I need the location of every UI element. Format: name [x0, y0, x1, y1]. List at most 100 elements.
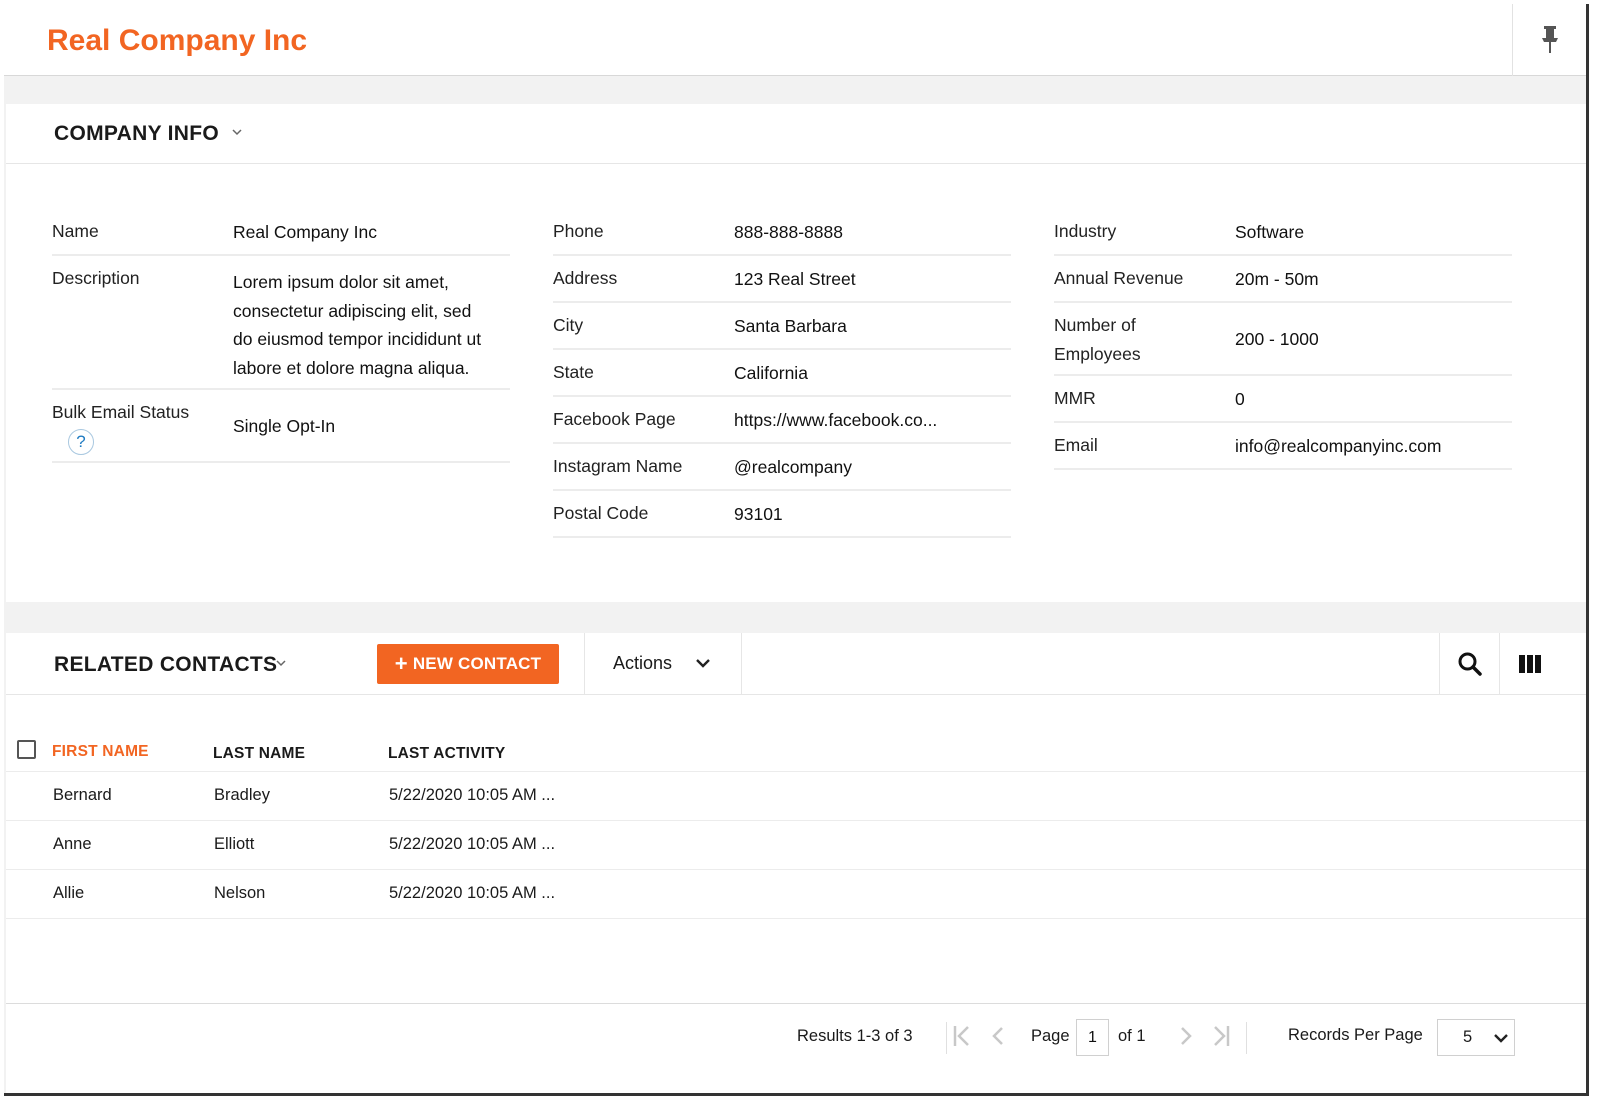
- top-bar: Real Company Inc: [4, 4, 1586, 76]
- field-state: State California: [553, 350, 1011, 397]
- table-row[interactable]: Bernard Bradley 5/22/2020 10:05 AM ...: [6, 772, 1586, 821]
- label-text: Bulk Email Status: [52, 402, 190, 422]
- cell-last-activity: 5/22/2020 10:05 AM ...: [389, 786, 556, 804]
- field-label: Description: [52, 268, 140, 288]
- actions-dropdown[interactable]: Actions: [584, 633, 742, 695]
- field-number-of-employees: Number of Employees 200 - 1000: [1054, 303, 1512, 376]
- field-value: @realcompany: [734, 457, 852, 478]
- field-label: Phone: [553, 221, 604, 241]
- field-value: Lorem ipsum dolor sit amet, consectetur …: [233, 272, 482, 378]
- field-phone: Phone 888-888-8888: [553, 209, 1011, 256]
- pin-icon: [1541, 26, 1558, 53]
- field-value: 20m - 50m: [1235, 269, 1319, 290]
- company-info-card: COMPANY INFO Name Real Company Inc Descr…: [6, 104, 1586, 602]
- last-page-icon[interactable]: [1208, 1024, 1232, 1048]
- help-icon[interactable]: ?: [68, 428, 94, 455]
- field-facebook-page: Facebook Page https://www.facebook.co...: [553, 397, 1011, 444]
- cell-first-name: Anne: [53, 835, 92, 853]
- field-postal-code: Postal Code 93101: [553, 491, 1011, 538]
- field-email: Email info@realcompanyinc.com: [1054, 423, 1512, 470]
- records-per-page-select[interactable]: 5: [1437, 1019, 1515, 1056]
- app-frame: Real Company Inc COMPANY INFO Name Real …: [4, 4, 1589, 1096]
- field-label: City: [553, 315, 584, 335]
- chevron-down-icon[interactable]: [276, 659, 286, 667]
- new-contact-button[interactable]: + NEW CONTACT: [377, 644, 559, 684]
- column-header-last-name[interactable]: LAST NAME: [213, 745, 305, 763]
- info-column-2: Phone 888-888-8888 Address 123 Real Stre…: [553, 209, 1011, 538]
- divider: [1246, 1022, 1247, 1054]
- section-title: COMPANY INFO: [54, 122, 219, 145]
- field-value: 93101: [734, 504, 783, 525]
- field-value: 888-888-8888: [734, 222, 843, 243]
- contacts-table: FIRST NAME LAST NAME LAST ACTIVITY Berna…: [6, 695, 1586, 919]
- field-value: 200 - 1000: [1235, 329, 1319, 350]
- cell-last-activity: 5/22/2020 10:05 AM ...: [389, 835, 556, 853]
- related-contacts-header: RELATED CONTACTS + NEW CONTACT Actions: [6, 633, 1586, 695]
- field-name: Name Real Company Inc: [52, 209, 510, 256]
- actions-label: Actions: [613, 653, 673, 673]
- pagination-bar: Results 1-3 of 3 Page 1 of 1 Records Per…: [6, 1003, 1586, 1093]
- field-label: Number of Employees: [1054, 315, 1141, 364]
- previous-page-icon[interactable]: [990, 1024, 1006, 1048]
- button-label: NEW CONTACT: [412, 654, 542, 673]
- field-mmr: MMR 0: [1054, 376, 1512, 423]
- records-per-page-value: 5: [1463, 1028, 1473, 1046]
- results-count: Results 1-3 of 3: [797, 1027, 913, 1045]
- cell-last-name: Nelson: [214, 884, 266, 902]
- pin-button[interactable]: [1512, 4, 1586, 76]
- related-contacts-card: RELATED CONTACTS + NEW CONTACT Actions F…: [6, 633, 1586, 1093]
- field-city: City Santa Barbara: [553, 303, 1011, 350]
- table-row[interactable]: Anne Elliott 5/22/2020 10:05 AM ...: [6, 821, 1586, 870]
- cell-first-name: Bernard: [53, 786, 112, 804]
- field-label: Instagram Name: [553, 456, 683, 476]
- field-description: Description Lorem ipsum dolor sit amet, …: [52, 256, 510, 390]
- company-info-header[interactable]: COMPANY INFO: [6, 104, 1586, 164]
- next-page-icon[interactable]: [1178, 1024, 1194, 1048]
- field-value: info@realcompanyinc.com: [1235, 436, 1442, 457]
- field-value: 0: [1235, 389, 1245, 410]
- column-header-last-activity[interactable]: LAST ACTIVITY: [388, 745, 505, 763]
- column-header-first-name[interactable]: FIRST NAME: [52, 743, 149, 761]
- field-annual-revenue: Annual Revenue 20m - 50m: [1054, 256, 1512, 303]
- field-instagram-name: Instagram Name @realcompany: [553, 444, 1011, 491]
- first-page-icon[interactable]: [951, 1024, 975, 1048]
- search-button[interactable]: [1439, 633, 1499, 695]
- facebook-link[interactable]: https://www.facebook.co...: [734, 405, 1011, 436]
- cell-last-name: Elliott: [214, 835, 255, 853]
- records-per-page-label: Records Per Page: [1288, 1026, 1423, 1044]
- field-label: Name: [52, 221, 99, 241]
- field-industry: Industry Software: [1054, 209, 1512, 256]
- field-label: State: [553, 362, 594, 382]
- table-row[interactable]: Allie Nelson 5/22/2020 10:05 AM ...: [6, 870, 1586, 919]
- field-address: Address 123 Real Street: [553, 256, 1011, 303]
- table-header: FIRST NAME LAST NAME LAST ACTIVITY: [6, 695, 1586, 772]
- info-column-1: Name Real Company Inc Description Lorem …: [52, 209, 510, 463]
- plus-icon: +: [394, 651, 408, 676]
- info-column-3: Industry Software Annual Revenue 20m - 5…: [1054, 209, 1512, 470]
- columns-icon: [1518, 655, 1541, 673]
- page-title: Real Company Inc: [47, 24, 308, 57]
- field-value: California: [734, 363, 808, 384]
- field-value: 123 Real Street: [734, 269, 856, 290]
- cell-first-name: Allie: [53, 884, 85, 902]
- field-label: MMR: [1054, 388, 1096, 408]
- columns-button[interactable]: [1499, 633, 1559, 695]
- field-label: Facebook Page: [553, 409, 676, 429]
- field-value: Santa Barbara: [734, 316, 847, 337]
- page-number-input[interactable]: 1: [1076, 1019, 1109, 1056]
- field-value: Single Opt-In: [233, 416, 336, 437]
- chevron-down-icon: [232, 129, 242, 136]
- select-all-checkbox[interactable]: [17, 740, 36, 759]
- chevron-down-icon: [1494, 1034, 1508, 1043]
- field-value: Software: [1235, 222, 1305, 243]
- page-total: of 1: [1118, 1027, 1146, 1045]
- cell-last-activity: 5/22/2020 10:05 AM ...: [389, 884, 556, 902]
- field-label: Email: [1054, 435, 1098, 455]
- field-label: Bulk Email Status?: [52, 398, 233, 455]
- field-value: Real Company Inc: [233, 222, 377, 243]
- section-title[interactable]: RELATED CONTACTS: [54, 653, 277, 677]
- field-label: Annual Revenue: [1054, 268, 1184, 288]
- field-label: Postal Code: [553, 503, 649, 523]
- search-icon: [1458, 652, 1482, 676]
- page-label: Page: [1031, 1027, 1070, 1045]
